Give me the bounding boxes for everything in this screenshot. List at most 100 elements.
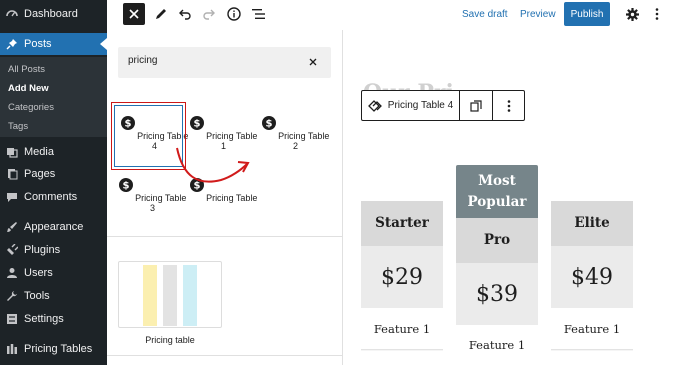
- svg-text:$: $: [122, 181, 129, 192]
- settings-icon: [6, 313, 18, 325]
- block-pricing-table-2[interactable]: $ Pricing Table 2: [258, 116, 333, 151]
- submenu-tags[interactable]: Tags: [8, 121, 28, 132]
- sidebar-item-label: Pages: [24, 168, 56, 180]
- preview-button[interactable]: Preview: [520, 9, 556, 20]
- redo-button[interactable]: [202, 7, 216, 21]
- sidebar-item-media[interactable]: Media: [0, 141, 107, 163]
- plan-price: $29: [361, 246, 443, 308]
- sidebar-item-appearance[interactable]: Appearance: [0, 216, 107, 238]
- sidebar-item-comments[interactable]: Comments: [0, 186, 107, 208]
- block-search-field[interactable]: [118, 47, 331, 78]
- pattern-pricing-table-preview[interactable]: [118, 261, 222, 328]
- preview-column: [143, 265, 157, 326]
- section-divider: [107, 236, 343, 237]
- comments-icon: [6, 191, 18, 203]
- sidebar-item-label: Pricing Tables: [24, 343, 93, 355]
- pricing-column-pro[interactable]: Most Popular Pro $39 Feature 1: [456, 165, 538, 365]
- info-icon: [227, 7, 241, 21]
- drag-arrow-annotation: [176, 147, 250, 183]
- svg-text:$: $: [193, 119, 200, 130]
- table-icon: [6, 343, 18, 355]
- submenu-add-new[interactable]: Add New: [8, 83, 49, 94]
- sidebar-item-label: Tools: [24, 290, 50, 302]
- plan-name: Pro: [456, 218, 538, 263]
- block-type-label: Pricing Table 4: [387, 100, 454, 111]
- editor-canvas[interactable]: Our Pri Pricing Table 4 Starter $29 Feat…: [343, 30, 680, 365]
- plan-price: $49: [551, 246, 633, 308]
- plan-feature: Feature 1: [361, 308, 443, 350]
- close-icon: [129, 9, 139, 19]
- svg-text:$: $: [265, 119, 272, 130]
- gear-icon: [625, 7, 639, 21]
- list-view-icon: [251, 9, 265, 19]
- block-search-input[interactable]: [128, 55, 288, 66]
- preview-column: [183, 265, 197, 326]
- save-draft-button[interactable]: Save draft: [462, 9, 508, 20]
- block-type-button[interactable]: Pricing Table 4: [362, 91, 460, 120]
- pin-icon: [6, 38, 18, 50]
- admin-sidebar: Dashboard Posts All Posts Add New Catego…: [0, 0, 107, 365]
- plan-price: $39: [456, 263, 538, 325]
- pricing-column-elite[interactable]: Elite $49 Feature 1: [551, 201, 633, 365]
- sidebar-item-label: Plugins: [24, 244, 61, 256]
- more-vertical-icon: [655, 8, 659, 20]
- sidebar-item-label: Appearance: [24, 221, 84, 233]
- sidebar-item-label: Posts: [24, 38, 52, 50]
- block-inserter-panel: $ Pricing Table 4 $ Pricing Table 1 $ Pr…: [107, 30, 343, 365]
- pencil-icon: [156, 9, 166, 19]
- sidebar-item-plugins[interactable]: Plugins: [0, 239, 107, 261]
- sidebar-item-pages[interactable]: Pages: [0, 163, 107, 185]
- details-button[interactable]: [226, 6, 242, 22]
- plan-feature: Feature 1: [551, 308, 633, 350]
- sidebar-item-settings[interactable]: Settings: [0, 308, 107, 330]
- dollar-icon: $: [261, 116, 276, 130]
- block-label: Pricing Table 2: [278, 131, 330, 151]
- clear-search-icon[interactable]: [307, 56, 319, 68]
- pricing-column-starter[interactable]: Starter $29 Feature 1: [361, 201, 443, 365]
- block-label: Pricing Table 3: [135, 193, 187, 213]
- dollar-icon: $: [189, 116, 204, 130]
- users-icon: [6, 267, 18, 279]
- posts-submenu: All Posts Add New Categories Tags: [0, 57, 107, 137]
- block-options-button[interactable]: [493, 91, 524, 120]
- plan-feature: Feature 1: [456, 325, 538, 365]
- media-icon: [6, 146, 18, 158]
- plan-name: Elite: [551, 201, 633, 246]
- options-menu-button[interactable]: [651, 7, 663, 21]
- plan-feature-row: [551, 351, 633, 365]
- sidebar-item-dashboard[interactable]: Dashboard: [0, 3, 107, 25]
- publish-button[interactable]: Publish: [564, 2, 610, 26]
- paintbrush-icon: [6, 221, 18, 233]
- most-popular-ribbon: Most Popular: [456, 165, 538, 218]
- block-label: Pricing Table: [206, 193, 258, 203]
- plan-name: Starter: [361, 201, 443, 246]
- settings-button[interactable]: [625, 7, 639, 21]
- list-view-button[interactable]: [251, 7, 265, 21]
- preview-column: [163, 265, 177, 326]
- block-toolbar: Pricing Table 4: [361, 90, 525, 121]
- sidebar-item-tools[interactable]: Tools: [0, 285, 107, 307]
- dashboard-icon: [6, 8, 18, 20]
- sidebar-item-users[interactable]: Users: [0, 262, 107, 284]
- undo-icon: [179, 9, 191, 20]
- tools-button[interactable]: [154, 7, 168, 21]
- editor-topbar: Save draft Preview Publish: [107, 0, 680, 30]
- plan-feature-row: [361, 351, 443, 365]
- pattern-label: Pricing table: [145, 335, 195, 345]
- undo-button[interactable]: [178, 7, 192, 21]
- sidebar-item-label: Settings: [24, 313, 64, 325]
- sidebar-item-label: Comments: [24, 191, 78, 203]
- duplicate-block-button[interactable]: [460, 91, 493, 120]
- sidebar-item-pricing-tables[interactable]: Pricing Tables: [0, 338, 107, 360]
- submenu-all-posts[interactable]: All Posts: [8, 64, 45, 75]
- section-divider: [107, 355, 343, 356]
- wrench-icon: [6, 290, 18, 302]
- sidebar-item-label: Dashboard: [24, 8, 78, 20]
- redo-icon: [203, 9, 215, 20]
- plugins-icon: [6, 244, 18, 256]
- close-inserter-button[interactable]: [123, 3, 145, 25]
- submenu-categories[interactable]: Categories: [8, 102, 54, 113]
- focus-outline: [114, 105, 183, 167]
- sidebar-item-posts[interactable]: Posts: [0, 33, 107, 55]
- sidebar-item-label: Users: [24, 267, 53, 279]
